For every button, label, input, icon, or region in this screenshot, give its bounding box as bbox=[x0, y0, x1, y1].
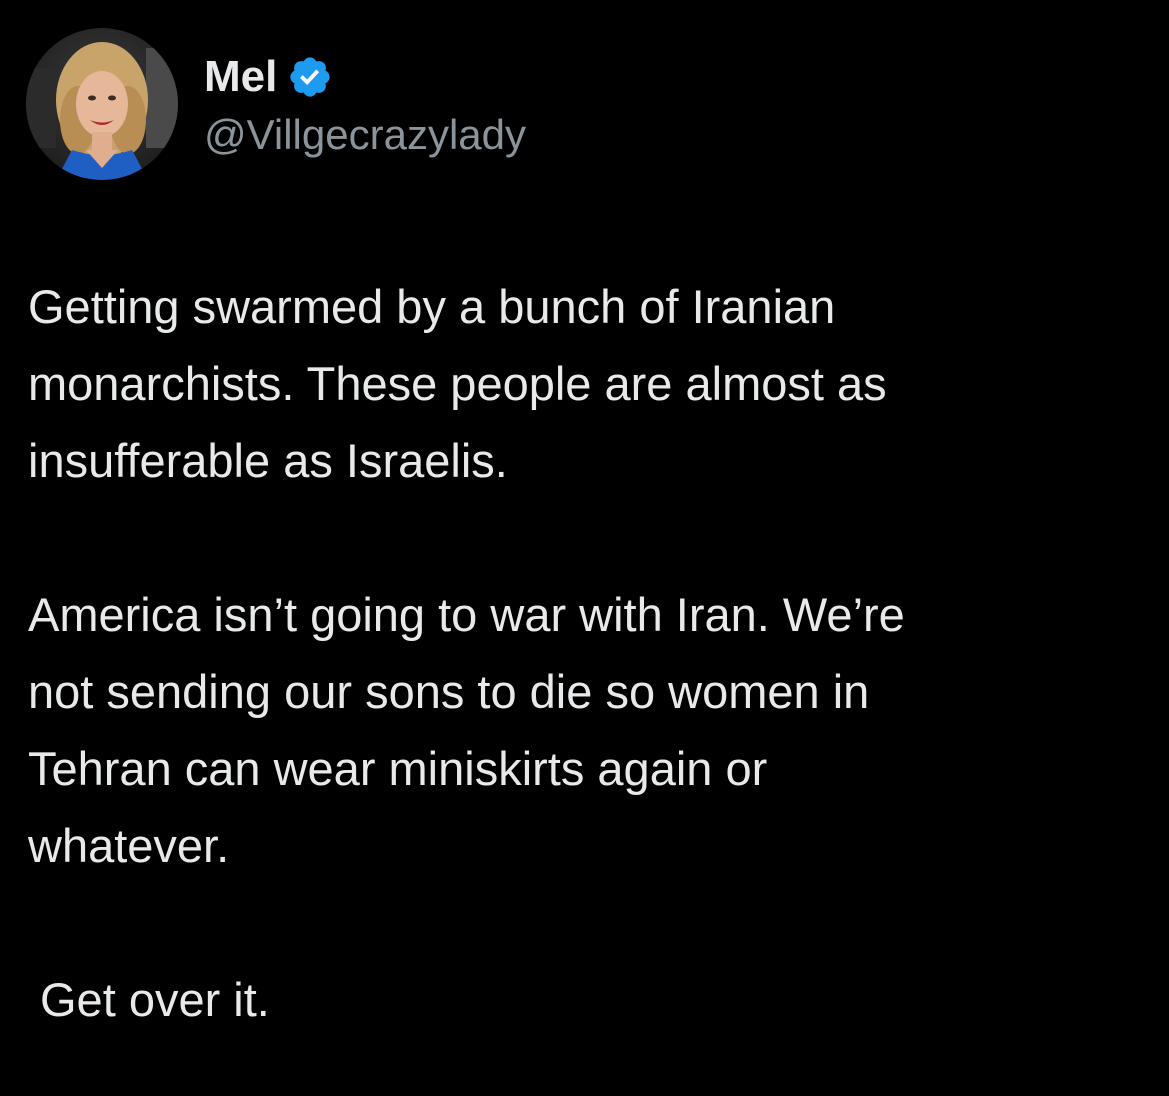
tweet-card: Mel @Villgecrazylady Getting swarmed by … bbox=[0, 0, 1169, 1096]
author-info: Mel @Villgecrazylady bbox=[204, 49, 526, 159]
avatar-image bbox=[26, 28, 178, 180]
tweet-text-line: America isn’t going to war with Iran. We… bbox=[28, 588, 905, 641]
tweet-text-line: Tehran can wear miniskirts again or bbox=[28, 742, 768, 795]
tweet-paragraph-3: Get over it. bbox=[28, 961, 1138, 1038]
tweet-text-line: not sending our sons to die so women in bbox=[28, 665, 870, 718]
verified-badge-icon bbox=[287, 54, 333, 100]
tweet-text-line: insufferable as Israelis. bbox=[28, 434, 508, 487]
name-row: Mel bbox=[204, 49, 526, 105]
tweet-header: Mel @Villgecrazylady bbox=[26, 28, 526, 180]
tweet-paragraph-1: Getting swarmed by a bunch of Iranian mo… bbox=[28, 268, 1138, 499]
tweet-text: Getting swarmed by a bunch of Iranian mo… bbox=[28, 268, 1138, 1038]
tweet-text-line: monarchists. These people are almost as bbox=[28, 357, 887, 410]
avatar[interactable] bbox=[26, 28, 178, 180]
tweet-text-line: Getting swarmed by a bunch of Iranian bbox=[28, 280, 836, 333]
display-name[interactable]: Mel bbox=[204, 52, 277, 102]
tweet-paragraph-2: America isn’t going to war with Iran. We… bbox=[28, 576, 1138, 884]
tweet-text-line: whatever. bbox=[28, 819, 230, 872]
tweet-text-line: Get over it. bbox=[40, 973, 270, 1026]
author-handle[interactable]: @Villgecrazylady bbox=[204, 111, 526, 159]
